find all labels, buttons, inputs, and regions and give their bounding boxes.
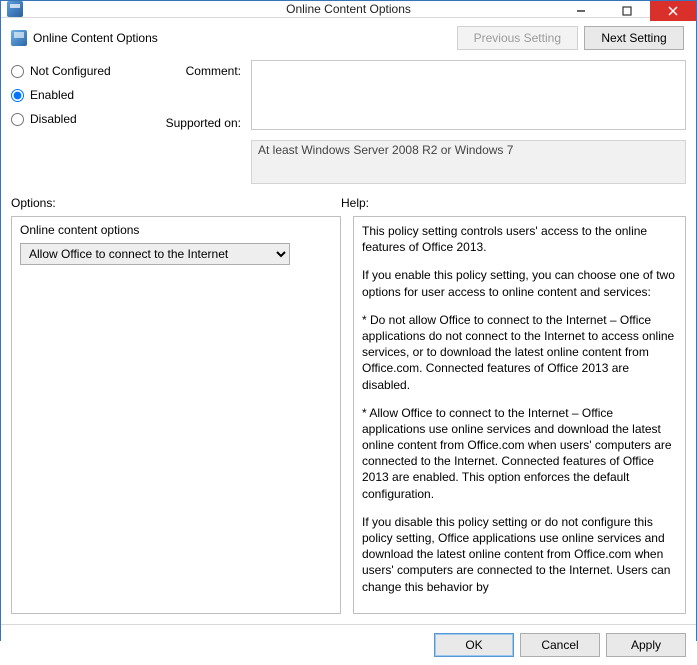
ok-button[interactable]: OK xyxy=(434,633,514,657)
help-section-label: Help: xyxy=(341,196,686,210)
next-setting-button[interactable]: Next Setting xyxy=(584,26,684,50)
comment-textarea[interactable] xyxy=(251,60,686,130)
help-panel[interactable]: This policy setting controls users' acce… xyxy=(353,216,686,614)
online-content-options-select[interactable]: Do not allow Office to connect to the In… xyxy=(20,243,290,265)
supported-on-label: Supported on: xyxy=(151,116,241,130)
radio-not-configured-input[interactable] xyxy=(11,65,24,78)
options-panel: Online content options Do not allow Offi… xyxy=(11,216,341,614)
radio-disabled-label: Disabled xyxy=(30,112,77,126)
radio-disabled-input[interactable] xyxy=(11,113,24,126)
radio-enabled-input[interactable] xyxy=(11,89,24,102)
radio-not-configured-label: Not Configured xyxy=(30,64,111,78)
title-bar: Online Content Options xyxy=(1,1,696,18)
close-button[interactable] xyxy=(650,1,696,21)
options-section-label: Options: xyxy=(11,196,341,210)
radio-not-configured[interactable]: Not Configured xyxy=(11,64,141,78)
supported-on-field: At least Windows Server 2008 R2 or Windo… xyxy=(251,140,686,184)
cancel-button[interactable]: Cancel xyxy=(520,633,600,657)
comment-label: Comment: xyxy=(151,64,241,78)
help-paragraph: If you enable this policy setting, you c… xyxy=(362,267,677,299)
help-paragraph: * Allow Office to connect to the Interne… xyxy=(362,405,677,502)
help-paragraph: This policy setting controls users' acce… xyxy=(362,223,677,255)
radio-enabled-label: Enabled xyxy=(30,88,74,102)
options-title: Online content options xyxy=(20,223,332,237)
page-title: Online Content Options xyxy=(33,31,158,45)
dialog-footer: OK Cancel Apply xyxy=(1,624,696,665)
supported-on-text: At least Windows Server 2008 R2 or Windo… xyxy=(258,143,513,157)
previous-setting-button: Previous Setting xyxy=(457,26,578,50)
help-paragraph: If you disable this policy setting or do… xyxy=(362,514,677,595)
help-paragraph: * Do not allow Office to connect to the … xyxy=(362,312,677,393)
radio-enabled[interactable]: Enabled xyxy=(11,88,141,102)
policy-icon xyxy=(11,30,27,46)
apply-button[interactable]: Apply xyxy=(606,633,686,657)
minimize-button[interactable] xyxy=(558,1,604,21)
maximize-button[interactable] xyxy=(604,1,650,21)
window-controls xyxy=(558,1,696,21)
state-radio-group: Not Configured Enabled Disabled xyxy=(11,60,141,184)
radio-disabled[interactable]: Disabled xyxy=(11,112,141,126)
app-icon xyxy=(7,1,23,17)
